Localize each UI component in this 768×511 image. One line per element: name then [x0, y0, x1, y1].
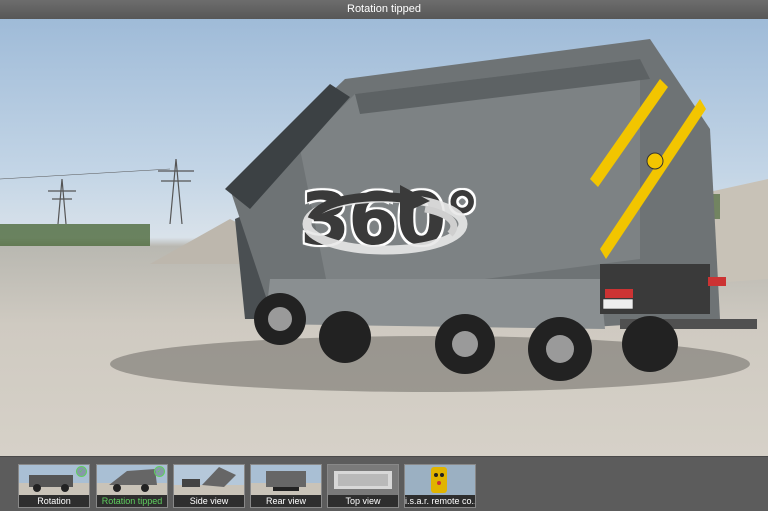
thumbnail-label: Rear view	[251, 495, 321, 507]
power-pylons	[0, 158, 194, 225]
brand-logo	[646, 152, 664, 170]
thumbnail-label: Side view	[174, 495, 244, 507]
rear-light	[605, 289, 633, 298]
licence-plate	[602, 298, 634, 310]
check-icon: ✓	[154, 466, 165, 477]
thumbnail-label: i.s.a.r. remote co...	[405, 495, 475, 507]
thumbnail-rotation-tipped[interactable]: ✓ Rotation tipped	[96, 464, 168, 508]
check-icon: ✓	[76, 466, 87, 477]
thumbnail-isar-remote-control[interactable]: i.s.a.r. remote co...	[404, 464, 476, 508]
thumbnail-rear-view[interactable]: Rear view	[250, 464, 322, 508]
thumbnail-image	[405, 465, 475, 495]
image-360-viewer[interactable]: 360°	[0, 19, 768, 456]
thumbnail-rotation[interactable]: ✓ Rotation	[18, 464, 90, 508]
thumbnail-image	[174, 465, 244, 495]
thumbnail-image	[328, 465, 398, 495]
thumbnail-top-view[interactable]: Top view	[327, 464, 399, 508]
thumbnail-label: Rotation	[19, 495, 89, 507]
rotate-360-overlay[interactable]: 360°	[300, 179, 480, 329]
thumbnail-label: Top view	[328, 495, 398, 507]
thumbnail-strip: ✓ Rotation ✓ Rotation tipped Side view R…	[0, 456, 768, 511]
tree-line	[0, 224, 150, 246]
thumbnail-label: Rotation tipped	[97, 495, 167, 507]
thumbnail-image	[251, 465, 321, 495]
rotate-360-icon	[302, 185, 468, 255]
window-title: Rotation tipped	[0, 0, 768, 19]
thumbnail-side-view[interactable]: Side view	[173, 464, 245, 508]
